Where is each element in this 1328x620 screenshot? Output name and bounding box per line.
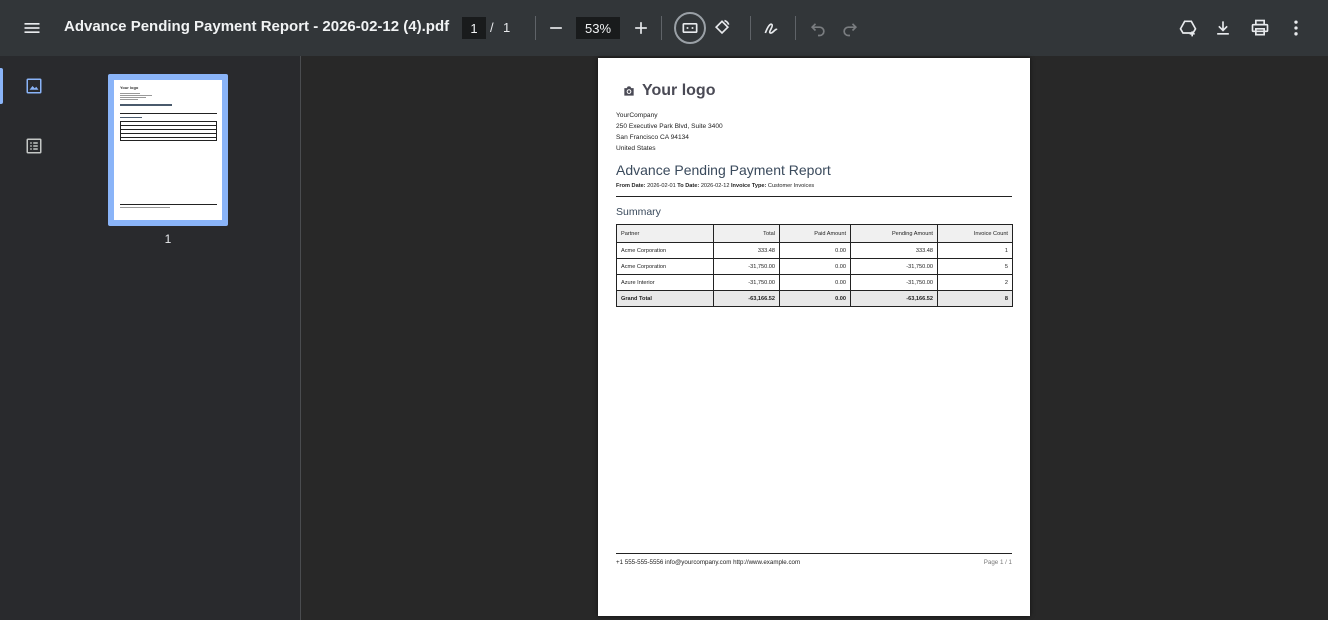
table-cell: 333.48 [713,242,780,259]
report-title: Advance Pending Payment Report [616,162,831,178]
table-cell: -31,750.00 [850,258,938,275]
minus-icon [550,27,562,29]
document-title: Advance Pending Payment Report - 2026-02… [64,18,450,35]
table-cell: 0.00 [779,274,851,291]
table-header-row: Partner Total Paid Amount Pending Amount… [616,224,1013,243]
column-header: Paid Amount [779,224,851,243]
from-date-value: 2026-02-01 [647,183,676,189]
pdf-page: Your logo YourCompany 250 Executive Park… [598,58,1030,616]
download-icon [1217,21,1229,35]
fit-page-icon [682,23,698,33]
thumbnail-page-number: 1 [164,232,172,246]
company-address-line2: San Francisco CA 94134 [616,134,689,141]
company-country: United States [616,145,656,152]
thumbnails-tab[interactable] [20,72,48,100]
table-cell: -31,750.00 [713,258,780,275]
print-button[interactable] [1244,12,1276,44]
table-cell: -63,166.52 [850,290,938,307]
table-cell: 8 [937,290,1013,307]
to-date-label: To Date: [677,183,700,189]
undo-icon [810,23,825,37]
page-separator: / [490,20,494,35]
redo-button[interactable] [834,12,866,44]
active-tab-indicator [0,68,3,104]
toolbar-divider [795,16,796,40]
table-row: Azure Interior -31,750.00 0.00 -31,750.0… [616,274,1013,291]
annotate-button[interactable] [756,12,788,44]
table-row: Acme Corporation -31,750.00 0.00 -31,750… [616,258,1013,275]
more-vert-icon [1294,20,1298,36]
column-header: Pending Amount [850,224,938,243]
table-cell: 0.00 [779,258,851,275]
column-header: Total [713,224,780,243]
thumbnail-logo: Your logo [120,85,139,90]
toolbar-divider [750,16,751,40]
table-cell: 0.00 [779,290,851,307]
company-address: YourCompany 250 Executive Park Blvd, Sui… [616,110,723,154]
table-cell: -31,750.00 [850,274,938,291]
table-cell: -31,750.00 [713,274,780,291]
page-total: 1 [503,20,511,35]
outline-tab[interactable] [20,132,48,160]
company-address-line1: 250 Executive Park Blvd, Suite 3400 [616,123,723,130]
table-cell: -63,166.52 [713,290,780,307]
menu-icon[interactable] [16,12,48,44]
footer-page-number: Page 1 / 1 [983,559,1012,566]
table-total-row: Grand Total -63,166.52 0.00 -63,166.52 8 [616,290,1013,307]
summary-heading: Summary [616,206,661,218]
table-cell: 1 [937,242,1013,259]
save-to-drive-button[interactable] [1172,12,1204,44]
rotate-button[interactable] [706,12,738,44]
column-header: Invoice Count [937,224,1013,243]
table-cell: Acme Corporation [616,258,714,275]
print-icon [1251,19,1269,36]
table-cell: 333.48 [850,242,938,259]
sidebar: Your logo 1 [0,56,301,620]
table-cell: Azure Interior [616,274,714,291]
toolbar: Advance Pending Payment Report - 2026-02… [0,0,1328,56]
drive-add-icon [1179,20,1197,37]
image-icon [26,78,42,94]
page-number-input[interactable]: 1 [462,17,486,39]
thumbnail-page: Your logo [114,80,222,220]
list-icon [26,138,42,154]
invoice-type-value: Customer Invoices [767,183,815,189]
fit-to-page-button[interactable] [674,12,706,44]
logo-text: Your logo [642,82,716,99]
summary-table: Partner Total Paid Amount Pending Amount… [616,224,1013,307]
zoom-input[interactable]: 53% [576,17,620,39]
toolbar-divider [661,16,662,40]
document-viewer[interactable]: Your logo YourCompany 250 Executive Park… [301,56,1328,620]
draw-icon [764,23,778,34]
footer-contact: +1 555-555-5556 info@yourcompany.com htt… [616,559,801,566]
zoom-out-button[interactable] [540,12,572,44]
company-name: YourCompany [616,112,658,119]
page-thumbnail[interactable]: Your logo [108,74,228,226]
invoice-type-label: Invoice Type: [731,183,767,189]
to-date-value: 2026-02-12 [700,183,730,189]
toolbar-divider [535,16,536,40]
zoom-in-button[interactable] [625,12,657,44]
undo-button[interactable] [802,12,834,44]
table-cell: 0.00 [779,242,851,259]
rotate-icon [714,19,730,35]
plus-icon [635,22,647,34]
more-options-button[interactable] [1280,12,1312,44]
header-rule [616,196,1012,197]
table-row: Acme Corporation 333.48 0.00 333.48 1 [616,242,1013,259]
column-header: Partner [616,224,714,243]
from-date-label: From Date: [616,183,646,189]
company-logo: Your logo [622,82,715,100]
report-filters: From Date: 2026-02-01 To Date: 2026-02-1… [616,183,814,189]
table-cell: 2 [937,274,1013,291]
footer-rule [616,553,1012,554]
camera-icon [624,86,634,96]
download-button[interactable] [1207,12,1239,44]
table-cell: Acme Corporation [616,242,714,259]
table-cell: 5 [937,258,1013,275]
table-cell: Grand Total [616,290,714,307]
redo-icon [843,23,858,37]
